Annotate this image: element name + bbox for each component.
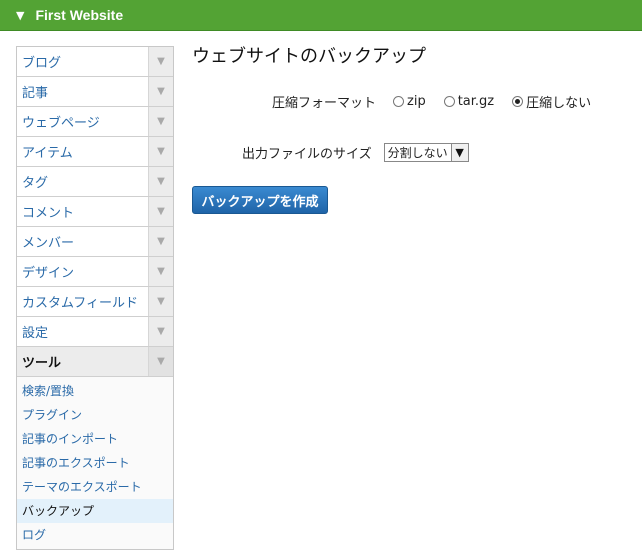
compression-option-none[interactable]: 圧縮しない [512,92,591,111]
sidebar-item-label: ブログ [22,56,62,71]
chevron-down-icon[interactable]: ▼ [148,107,173,136]
page-title: ウェブサイトのバックアップ [192,46,426,67]
sidebar-item-label: アイテム [22,146,73,161]
sidebar-item-label: ツール [22,356,62,371]
radio-none[interactable] [512,96,524,107]
sidebar-item-label: ウェブページ [22,116,100,131]
sidebar-item-members[interactable]: メンバー ▼ [17,227,173,257]
submenu-item-backup[interactable]: バックアップ [17,499,173,523]
chevron-down-icon[interactable]: ▼ [148,257,173,286]
collapse-triangle-icon[interactable]: ▼ [16,10,24,21]
chevron-down-icon[interactable]: ▼ [450,144,468,161]
chevron-down-icon[interactable]: ▼ [148,137,173,166]
sidebar-item-settings[interactable]: 設定 ▼ [17,317,173,347]
sidebar-item-label: 設定 [22,326,49,341]
main-content: ウェブサイトのバックアップ [192,44,632,70]
chevron-down-icon[interactable]: ▼ [148,287,173,316]
chevron-down-icon[interactable]: ▼ [148,167,173,196]
size-label: 出力ファイルのサイズ [242,147,372,162]
sidebar-item-label: カスタムフィールド [22,296,138,311]
site-title[interactable]: First Website [35,7,123,23]
sidebar-item-assets[interactable]: アイテム ▼ [17,137,173,167]
tools-submenu: 検索/置換 プラグイン 記事のインポート 記事のエクスポート テーマのエクスポー… [17,377,173,549]
sidebar-item-label: タグ [22,176,49,191]
submenu-item-import-entries[interactable]: 記事のインポート [17,427,173,451]
chevron-down-icon[interactable]: ▼ [148,47,173,76]
option-label: 圧縮しない [526,96,592,111]
submenu-item-export-theme[interactable]: テーマのエクスポート [17,475,173,499]
size-select[interactable]: 分割しない ▼ [383,143,469,162]
chevron-down-icon[interactable]: ▼ [148,347,173,376]
sidebar-item-comments[interactable]: コメント ▼ [17,197,173,227]
chevron-down-icon[interactable]: ▼ [148,197,173,226]
compression-row: 圧縮フォーマット zip tar.gz 圧縮しない [272,92,609,111]
size-select-value: 分割しない [387,146,448,160]
chevron-down-icon[interactable]: ▼ [148,227,173,256]
submenu-item-logs[interactable]: ログ [17,523,173,547]
submenu-item-search-replace[interactable]: 検索/置換 [17,379,173,403]
submenu-item-export-entries[interactable]: 記事のエクスポート [17,451,173,475]
create-backup-button[interactable]: バックアップを作成 [192,186,328,214]
radio-targz[interactable] [443,96,455,107]
sidebar-item-label: 記事 [22,86,49,101]
radio-zip[interactable] [393,96,405,107]
compression-option-zip[interactable]: zip [393,94,426,109]
compression-option-targz[interactable]: tar.gz [443,94,495,109]
sidebar-item-webpages[interactable]: ウェブページ ▼ [17,107,173,137]
option-label: zip [407,94,426,109]
size-row: 出力ファイルのサイズ 分割しない ▼ [242,143,469,162]
sidebar-item-blog[interactable]: ブログ ▼ [17,47,173,77]
sidebar-item-design[interactable]: デザイン ▼ [17,257,173,287]
option-label: tar.gz [457,94,495,109]
sidebar-item-label: デザイン [22,266,75,281]
chevron-down-icon[interactable]: ▼ [148,77,173,106]
sidebar-item-custom-fields[interactable]: カスタムフィールド ▼ [17,287,173,317]
sidebar-item-tools[interactable]: ツール ▼ [17,347,173,377]
chevron-down-icon[interactable]: ▼ [148,317,173,346]
sidebar-item-tags[interactable]: タグ ▼ [17,167,173,197]
sidebar-item-label: メンバー [22,236,75,251]
top-bar: ▼ First Website [0,0,642,31]
compression-label: 圧縮フォーマット [272,96,377,111]
sidebar: ブログ ▼ 記事 ▼ ウェブページ ▼ アイテム ▼ タグ ▼ コメント ▼ メ… [16,46,174,550]
sidebar-item-label: コメント [22,206,75,221]
sidebar-item-entries[interactable]: 記事 ▼ [17,77,173,107]
submenu-item-plugins[interactable]: プラグイン [17,403,173,427]
